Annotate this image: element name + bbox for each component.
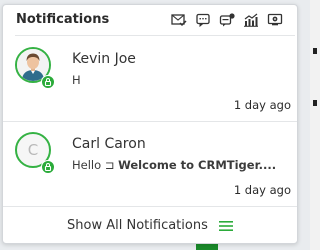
notification-message: H [72,73,81,87]
lock-icon [44,163,52,172]
notification-item[interactable]: C Carl Caron Hello ⊐ Welcome to CRMTiger… [3,122,297,206]
background-page-fragment [313,48,317,54]
panel-title: Notifications [16,12,110,27]
panel-header: Notifications [3,5,297,36]
notification-time: 1 day ago [233,183,291,197]
status-badge [41,75,55,89]
notification-time: 1 day ago [233,98,291,112]
message-prefix: Hello [72,158,105,172]
background-page-edge [310,0,320,250]
status-badge [41,160,55,174]
monitor-settings-icon[interactable] [267,13,283,27]
header-divider [15,35,295,36]
notification-item[interactable]: Kevin Joe H 1 day ago [3,37,297,121]
mail-check-icon[interactable] [171,13,187,27]
background-page-fragment [313,100,317,106]
notification-sender: Kevin Joe [72,51,136,67]
notifications-panel: Notifications Kevin Joe H 1 day ago C Ca… [2,4,298,244]
comment-alert-icon[interactable] [219,13,235,27]
chat-icon[interactable] [195,13,211,27]
footer-divider [3,206,297,207]
header-toolbar [171,13,283,27]
menu-icon [218,220,233,231]
message-symbol: ⊐ [104,158,115,172]
show-all-notifications-button[interactable]: Show All Notifications [3,213,297,245]
notification-message: Hello ⊐ Welcome to CRMTiger.... [72,158,287,172]
notification-sender: Carl Caron [72,136,146,152]
message-highlight: Welcome to CRMTiger.... [118,158,277,172]
show-all-label: Show All Notifications [67,218,208,233]
chart-icon[interactable] [243,13,259,27]
lock-icon [44,78,52,87]
